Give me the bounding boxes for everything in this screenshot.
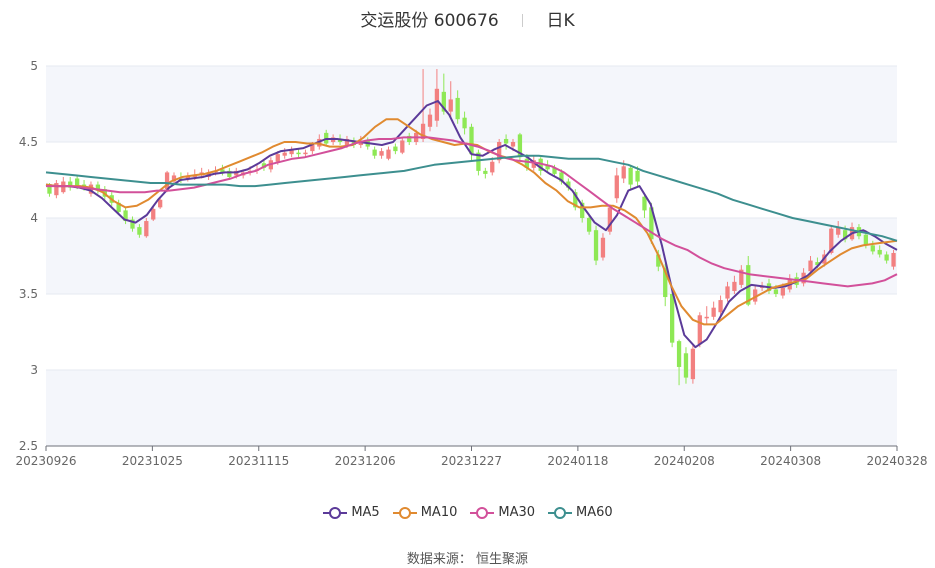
candle-body [697,315,702,345]
kline-chart: 54.543.532.5 20230926 20231025 20231115 202… [15,59,928,468]
candle-body [725,286,730,299]
candle-body [635,170,640,182]
candle-body [448,99,453,112]
y-tick-label: 3 [30,363,38,377]
candle-body [386,149,391,159]
x-tick-label: 20240308 [760,454,821,468]
x-tick-label: 20231025 [122,454,183,468]
y-tick-label: 4 [30,211,38,225]
x-axis: 20230926 20231025 20231115 20231206 20231227… [15,445,928,468]
candle-body [434,88,440,121]
candle-body [490,161,495,173]
legend-item-ma5[interactable]: MA5 [322,505,380,520]
y-tick-label: 5 [30,59,38,73]
legend-label: MA30 [498,505,536,520]
candle-body [690,348,696,380]
legend-marker-icon [392,506,417,519]
candle-body [884,254,889,261]
candle-body [600,237,606,258]
candle-body [151,208,156,220]
legend-marker-icon [548,506,573,519]
x-tick-label: 20240118 [547,454,608,468]
y-tick-label: 3.5 [19,287,38,301]
candle-body [718,300,723,313]
plot-band [46,370,897,446]
candle-body [586,218,592,232]
candle-body [158,199,163,208]
candle-body [303,152,308,155]
candle-body [877,249,882,255]
x-tick-label: 20231206 [335,454,396,468]
legend-item-ma60[interactable]: MA60 [547,505,613,520]
candle-body [462,117,467,129]
candle-body [676,341,682,367]
candle-body [296,152,301,155]
candle-body [614,175,619,199]
candle-body [621,166,626,179]
y-tick-label: 2.5 [19,439,38,453]
candle-body [628,167,633,185]
candle-body [510,142,516,147]
candle-body [642,196,647,211]
candle-body [669,294,675,343]
legend-item-ma10[interactable]: MA10 [392,505,458,520]
legend-label: MA60 [576,505,613,520]
candle-body [393,146,398,152]
candle-body [372,149,377,156]
candle-body [683,353,689,378]
x-tick-label: 20231227 [441,454,502,468]
candle-body [870,245,875,252]
y-tick-label: 4.5 [19,135,38,149]
legend-marker-icon [323,506,348,519]
legend: MA5 MA10 MA30 MA60 [0,505,935,520]
legend-label: MA5 [351,505,380,520]
candle-body [503,138,509,144]
candle-body [275,154,280,162]
candle-body [732,281,737,291]
candle-body [704,316,709,319]
candle-body [808,260,813,272]
candle-body [773,289,779,294]
candle-body [47,186,52,194]
candle-body [144,221,149,237]
legend-marker-icon [470,506,495,519]
candle-body [400,140,405,153]
candle-body [282,152,287,156]
data-source: 数据来源： 恒生聚源 [406,552,529,567]
candle-body [455,97,460,120]
candle-body [74,178,80,187]
candle-body [711,307,716,317]
candle-body [469,126,474,155]
plot-background [46,66,897,446]
candle-body [593,230,599,261]
x-tick-label: 20231115 [228,454,289,468]
x-tick-label: 20230926 [15,454,76,468]
candle-body [780,287,785,296]
legend-label: MA10 [420,505,458,520]
candle-body [379,151,384,156]
candle-body [137,227,142,235]
y-axis: 5 4.5 4 3.5 3 2.5 [19,59,38,453]
candle-body [427,114,433,127]
candle-body [863,234,869,246]
candle-body [483,170,488,174]
x-tick-label: 20240328 [866,454,927,468]
candle-body [891,252,896,267]
legend-item-ma30[interactable]: MA30 [469,505,535,520]
x-tick-label: 20240208 [654,454,715,468]
